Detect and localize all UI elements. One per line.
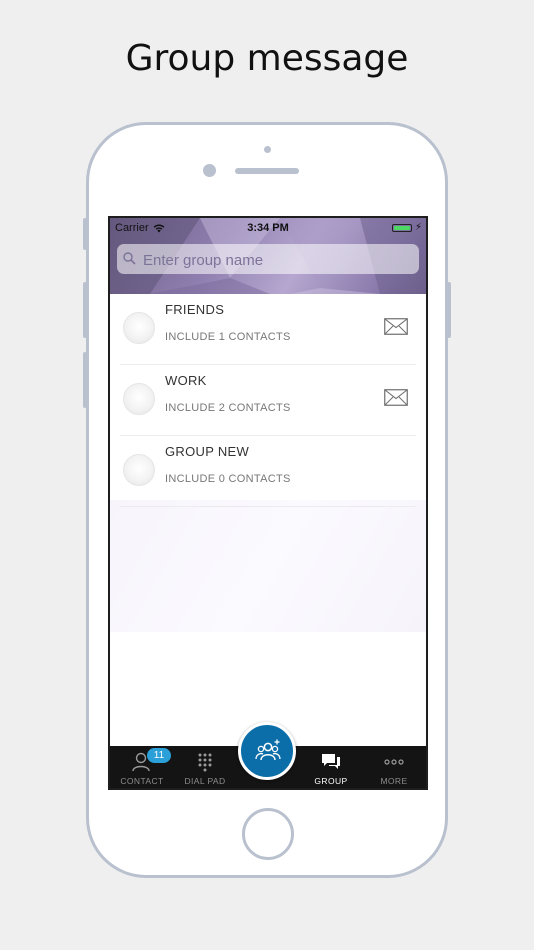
group-name: GROUP NEW <box>165 444 250 459</box>
status-bar: Carrier 3:34 PM ⚡ <box>110 220 426 236</box>
group-contact-count: INCLUDE 2 CONTACTS <box>165 402 291 414</box>
dialpad-icon <box>198 753 212 772</box>
search-bar[interactable] <box>117 244 419 274</box>
group-name: FRIENDS <box>165 302 225 317</box>
tab-label: MORE <box>380 776 408 786</box>
charging-bolt-icon: ⚡ <box>415 222 423 233</box>
phone-speaker <box>235 168 299 174</box>
tab-more[interactable]: MORE <box>363 746 425 788</box>
page-headline: Group message <box>125 38 409 79</box>
app-screen: Carrier 3:34 PM ⚡ FRIENDS INCLUDE 1 CONT… <box>108 216 428 790</box>
header-banner: Carrier 3:34 PM ⚡ <box>110 218 426 294</box>
battery-icon <box>392 224 412 232</box>
tab-label: DIAL PAD <box>184 776 226 786</box>
mail-icon[interactable] <box>384 318 408 335</box>
create-group-button[interactable] <box>238 722 296 780</box>
group-avatar <box>123 383 155 415</box>
group-avatar <box>123 454 155 486</box>
group-contact-count: INCLUDE 0 CONTACTS <box>165 473 291 485</box>
more-dots-icon <box>384 759 404 765</box>
mail-icon[interactable] <box>384 389 408 406</box>
phone-home-button[interactable] <box>242 808 294 860</box>
tab-label: GROUP <box>314 776 348 786</box>
chat-bubbles-icon <box>322 754 340 769</box>
tab-contact[interactable]: 11 CONTACT <box>111 746 173 788</box>
group-row-work[interactable]: WORK INCLUDE 2 CONTACTS <box>120 365 416 436</box>
phone-camera <box>203 164 216 177</box>
search-icon <box>123 252 136 265</box>
group-add-icon <box>255 739 281 761</box>
background-watermark <box>110 500 426 632</box>
group-name-input[interactable] <box>141 248 415 272</box>
tab-group[interactable]: GROUP <box>300 746 362 788</box>
tab-dial-pad[interactable]: DIAL PAD <box>174 746 236 788</box>
phone-sensor <box>264 146 271 153</box>
group-name: WORK <box>165 373 207 388</box>
group-row-friends[interactable]: FRIENDS INCLUDE 1 CONTACTS <box>120 294 416 365</box>
group-avatar <box>123 312 155 344</box>
group-row-group-new[interactable]: GROUP NEW INCLUDE 0 CONTACTS <box>120 436 416 507</box>
status-time: 3:34 PM <box>247 222 289 234</box>
contact-count-badge: 11 <box>147 748 171 763</box>
group-list: FRIENDS INCLUDE 1 CONTACTS WORK INCLUDE … <box>110 294 426 507</box>
group-contact-count: INCLUDE 1 CONTACTS <box>165 331 291 343</box>
tab-label: CONTACT <box>120 776 164 786</box>
